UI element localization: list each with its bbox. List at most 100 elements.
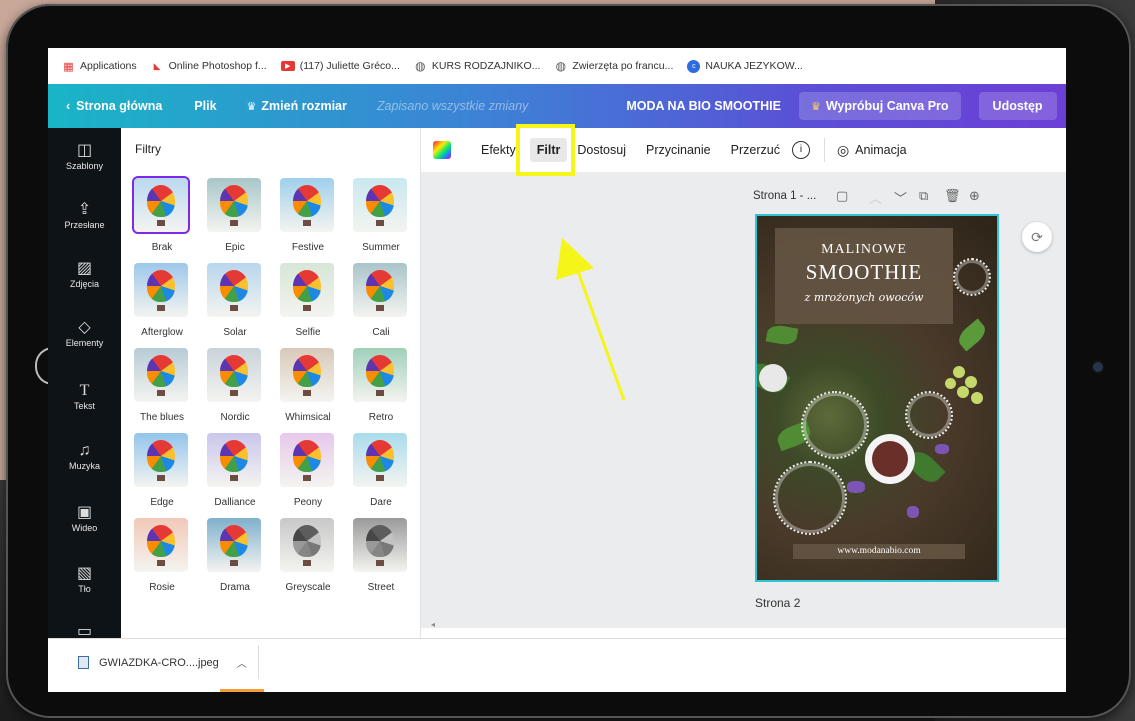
filter-option[interactable]: Festive <box>280 178 336 253</box>
rail-item-video[interactable]: ▣ Wideo <box>48 504 121 533</box>
filter-option[interactable]: Selfie <box>280 263 336 338</box>
lavender-decoration <box>907 506 919 518</box>
resize-button[interactable]: ♛ Zmień rozmiar <box>247 99 347 113</box>
animate-button[interactable]: ◎ Animacja <box>837 142 907 159</box>
filter-thumbnail <box>353 433 407 487</box>
adjust-button[interactable]: Dostosuj <box>577 143 626 157</box>
balloon-image <box>293 355 321 387</box>
video-icon: ▣ <box>76 504 93 521</box>
download-filename: GWIAZDKA-CRO....jpeg <box>99 656 219 669</box>
filter-thumbnail <box>134 518 188 572</box>
filter-option[interactable]: Edge <box>134 433 190 508</box>
page-1-title[interactable]: Strona 1 - ... <box>753 190 816 202</box>
bookmark-nauka[interactable]: c NAUKA JEZYKOW... <box>687 59 803 73</box>
filter-label: Festive <box>291 242 325 253</box>
balloon-basket <box>157 220 165 226</box>
download-progress-accent <box>220 689 264 692</box>
balloon-image <box>147 270 175 302</box>
flip-button[interactable]: Przerzuć <box>731 143 780 157</box>
bookmark-kurs[interactable]: ◍ KURS RODZAJNIKO... <box>414 59 540 73</box>
bookmark-photoshop[interactable]: ◣ Online Photoshop f... <box>151 60 267 73</box>
filter-option[interactable]: Dalliance <box>207 433 263 508</box>
filter-option[interactable]: Nordic <box>207 348 263 423</box>
info-icon[interactable]: i <box>791 141 810 159</box>
try-canva-pro-button[interactable]: ♛ Wypróbuj Canva Pro <box>798 92 961 120</box>
filter-option[interactable]: Dare <box>353 433 409 508</box>
bookmark-label: Zwierzęta po francu... <box>572 60 674 72</box>
bookmark-label: (117) Juliette Gréco... <box>299 60 400 72</box>
duplicate-page-icon[interactable]: ⧉ <box>919 188 928 204</box>
rail-item-elements[interactable]: ◇ Elementy <box>48 319 121 348</box>
youtube-icon: ▶ <box>280 61 295 71</box>
balloon-basket <box>157 475 165 481</box>
filter-label: Rosie <box>149 582 175 593</box>
filter-option[interactable]: Drama <box>207 518 263 593</box>
filter-option[interactable]: Solar <box>207 263 263 338</box>
download-item[interactable]: GWIAZDKA-CRO....jpeg ︿ <box>78 655 247 670</box>
filter-option[interactable]: Peony <box>280 433 336 508</box>
crop-button[interactable]: Przycinanie <box>646 143 711 157</box>
rail-item-photos[interactable]: ▨ Zdjęcia <box>48 260 121 289</box>
balloon-basket <box>376 305 384 311</box>
filter-thumbnail <box>207 518 261 572</box>
rail-item-background[interactable]: ▧ Tło <box>48 565 121 594</box>
filter-label: Nordic <box>220 412 250 423</box>
balloon-image <box>293 525 321 557</box>
balloon-basket <box>230 560 238 566</box>
filter-option[interactable]: Whimsical <box>280 348 336 423</box>
home-back-button[interactable]: ‹ Strona główna <box>66 99 162 113</box>
add-page-icon[interactable]: ⊕ <box>969 188 980 204</box>
bookmark-zwierzeta[interactable]: ◍ Zwierzęta po francu... <box>554 59 674 73</box>
grape-decoration <box>953 366 965 378</box>
rail-item-templates[interactable]: ◫ Szablony <box>48 142 121 171</box>
grape-decoration <box>971 392 983 404</box>
scroll-left-icon[interactable]: ◂ <box>431 620 435 629</box>
rail-item-text[interactable]: T Tekst <box>48 382 121 411</box>
delete-page-icon[interactable]: 🗑 <box>944 188 961 204</box>
highlight-box <box>516 124 575 176</box>
file-menu-button[interactable]: Plik <box>194 99 216 113</box>
filter-option[interactable]: The blues <box>134 348 190 423</box>
filter-option[interactable]: Greyscale <box>280 518 336 593</box>
effects-button[interactable]: Efekty <box>481 143 516 157</box>
filter-label: Epic <box>225 242 245 253</box>
chevron-up-icon[interactable]: ︿ <box>869 188 882 207</box>
photoshop-icon: ◣ <box>153 60 161 71</box>
balloon-image <box>366 440 394 472</box>
filter-option[interactable]: Cali <box>353 263 409 338</box>
filter-option[interactable]: Street <box>353 518 409 593</box>
filter-option[interactable]: Brak <box>132 176 190 253</box>
refresh-comment-icon[interactable]: ⟳ <box>1022 222 1052 252</box>
design-page[interactable]: MALINOWE SMOOTHIE z mrożonych owoców www… <box>755 214 999 582</box>
bookmark-youtube[interactable]: ▶ (117) Juliette Gréco... <box>280 60 400 72</box>
balloon-image <box>293 185 321 217</box>
balloon-image <box>220 440 248 472</box>
share-button[interactable]: Udostęp <box>978 92 1057 120</box>
filter-thumbnail <box>280 263 334 317</box>
chevron-up-icon[interactable]: ︿ <box>237 655 247 670</box>
chevron-down-icon[interactable]: ﹀ <box>894 188 907 207</box>
globe-icon: ◍ <box>555 59 567 73</box>
filter-option[interactable]: Summer <box>353 178 409 253</box>
filter-option[interactable]: Rosie <box>134 518 190 593</box>
design-url[interactable]: www.modanabio.com <box>793 544 965 559</box>
toolbar-divider <box>823 138 825 162</box>
chevron-left-icon: ‹ <box>66 99 71 113</box>
rail-item-uploads[interactable]: ⇪ Przesłane <box>48 201 121 230</box>
balloon-basket <box>303 475 311 481</box>
rail-item-music[interactable]: ♫ Muzyka <box>48 442 121 471</box>
filter-option[interactable]: Epic <box>207 178 263 253</box>
filter-label: Brak <box>151 242 173 253</box>
bookmark-applications[interactable]: ▦ Applications <box>62 60 136 73</box>
balloon-image <box>147 525 175 557</box>
filter-label: Whimsical <box>285 412 331 423</box>
balloon-basket <box>230 220 238 226</box>
filter-option[interactable]: Retro <box>353 348 409 423</box>
globe-icon: ◍ <box>415 59 426 73</box>
color-picker-button[interactable] <box>433 141 451 159</box>
document-title[interactable]: MODA NA BIO SMOOTHIE <box>626 99 781 113</box>
filter-option[interactable]: Afterglow <box>134 263 190 338</box>
page-notes-icon[interactable]: ▢ <box>836 188 848 204</box>
page-2-title[interactable]: Strona 2 <box>755 596 800 610</box>
title-box[interactable]: MALINOWE SMOOTHIE z mrożonych owoców <box>775 228 953 324</box>
